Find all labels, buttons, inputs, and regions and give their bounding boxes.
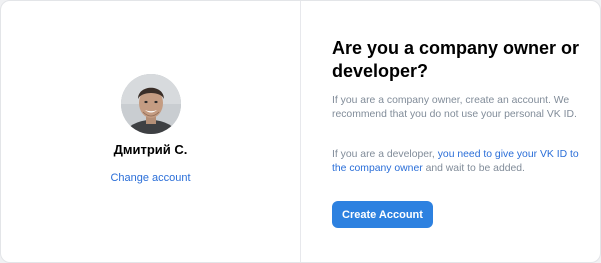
change-account-link[interactable]: Change account: [110, 172, 190, 184]
user-name: Дмитрий С.: [113, 142, 188, 157]
developer-instructions: If you are a developer, you need to give…: [332, 148, 594, 175]
developer-text-end: and wait to be added.: [422, 162, 525, 174]
user-photo-icon: [121, 74, 181, 134]
avatar: [121, 74, 181, 134]
role-choice-panel: Are you a company owner or developer? If…: [332, 1, 590, 262]
change-account-link-row: Change account: [1, 172, 300, 184]
current-account-panel: Дмитрий С. Change account: [1, 1, 301, 262]
account-choice-card: Дмитрий С. Change account Are you a comp…: [0, 0, 601, 263]
owner-instructions: If you are a company owner, create an ac…: [332, 95, 577, 120]
developer-text-start: If you are a developer,: [332, 149, 438, 160]
page-title: Are you a company owner or developer?: [332, 38, 580, 81]
create-account-button[interactable]: Create Account: [332, 201, 433, 228]
